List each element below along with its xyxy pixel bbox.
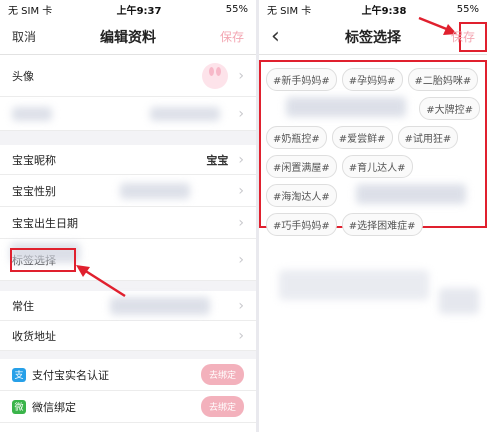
avatar <box>202 62 229 89</box>
wechat-icon: 微 <box>12 399 26 414</box>
tag-select-highlight <box>10 248 76 272</box>
nav-bar: 取消 编辑资料 保存 <box>0 19 256 55</box>
shipping-address-row[interactable]: 收货地址 › <box>0 321 256 351</box>
battery-level: 55% <box>225 4 248 15</box>
cancel-button[interactable]: 取消 <box>12 28 36 45</box>
tag-chip[interactable]: #二胎妈咪# <box>407 68 479 91</box>
wechat-bind-button[interactable]: 去绑定 <box>200 396 244 417</box>
wechat-bind-row: 微 微信绑定 去绑定 <box>0 391 256 423</box>
clock: 上午9:38 <box>361 6 407 17</box>
tag-chip[interactable]: #大牌控# <box>419 97 480 120</box>
baby-birthday-label: 宝宝出生日期 <box>12 216 78 230</box>
edit-profile-screen: 无 SIM 卡 上午9:37 55% 取消 编辑资料 保存 头像 › › 宝宝昵… <box>0 0 256 432</box>
baby-birthday-row[interactable]: 宝宝出生日期 › <box>0 207 256 239</box>
chevron-right-icon: › <box>238 327 244 344</box>
wechat-bind-label: 微信绑定 <box>32 400 76 414</box>
page-title: 编辑资料 <box>100 29 156 46</box>
tag-select-screen: 无 SIM 卡 上午9:38 55% ‹ 标签选择 保存 #新手妈妈# #孕妈妈… <box>259 0 487 432</box>
alipay-icon: 支 <box>12 367 26 382</box>
tag-chip[interactable]: #海淘达人# <box>266 184 337 207</box>
tag-chip[interactable]: #选择困难症# <box>341 213 423 236</box>
carrier-label: 无 SIM 卡 <box>8 6 53 17</box>
residence-label: 常住 <box>12 299 34 313</box>
chevron-right-icon: › <box>238 251 244 268</box>
chevron-right-icon: › <box>238 297 244 314</box>
alipay-bind-button[interactable]: 去绑定 <box>200 364 244 385</box>
baby-nickname-row[interactable]: 宝宝昵称 宝宝 › <box>0 145 256 175</box>
tag-chip[interactable]: #爱尝鲜# <box>331 126 393 149</box>
tag-chip[interactable]: #巧手妈妈# <box>266 213 337 236</box>
tag-chip[interactable]: #育儿达人# <box>341 155 413 178</box>
save-button[interactable]: 保存 <box>220 28 244 45</box>
carrier-label: 无 SIM 卡 <box>267 6 312 17</box>
chevron-right-icon: › <box>238 105 244 122</box>
shipping-address-label: 收货地址 <box>12 329 56 343</box>
chevron-right-icon: › <box>238 214 244 231</box>
baby-gender-row[interactable]: 宝宝性别 › <box>0 175 256 207</box>
baby-gender-label: 宝宝性别 <box>12 184 56 198</box>
tag-chip[interactable]: #试用狂# <box>397 126 459 149</box>
tag-chip[interactable]: #孕妈妈# <box>341 68 403 91</box>
baby-nickname-label: 宝宝昵称 <box>12 153 56 167</box>
back-icon[interactable]: ‹ <box>271 24 280 49</box>
baby-nickname-value: 宝宝 <box>206 153 229 167</box>
alipay-bind-label: 支付宝实名认证 <box>32 368 109 382</box>
avatar-label: 头像 <box>12 69 34 83</box>
tag-chip[interactable]: #奶瓶控# <box>266 126 327 149</box>
alipay-bind-row: 支 支付宝实名认证 去绑定 <box>0 359 256 391</box>
nickname-row[interactable]: › <box>0 97 256 131</box>
status-bar: 无 SIM 卡 上午9:37 55% <box>0 0 256 19</box>
save-button[interactable]: 保存 <box>451 28 475 45</box>
tag-list: #新手妈妈# #孕妈妈# #二胎妈咪# #大牌控# #奶瓶控# #爱尝鲜# #试… <box>259 60 487 236</box>
tag-chip[interactable]: #新手妈妈# <box>266 68 337 91</box>
tag-chip[interactable]: #闲置满屋# <box>266 155 337 178</box>
avatar-row[interactable]: 头像 › <box>0 55 256 97</box>
arrow-icon <box>76 265 126 298</box>
chevron-right-icon: › <box>238 151 244 168</box>
chevron-right-icon: › <box>238 67 244 84</box>
chevron-right-icon: › <box>238 182 244 199</box>
clock: 上午9:37 <box>116 6 162 17</box>
